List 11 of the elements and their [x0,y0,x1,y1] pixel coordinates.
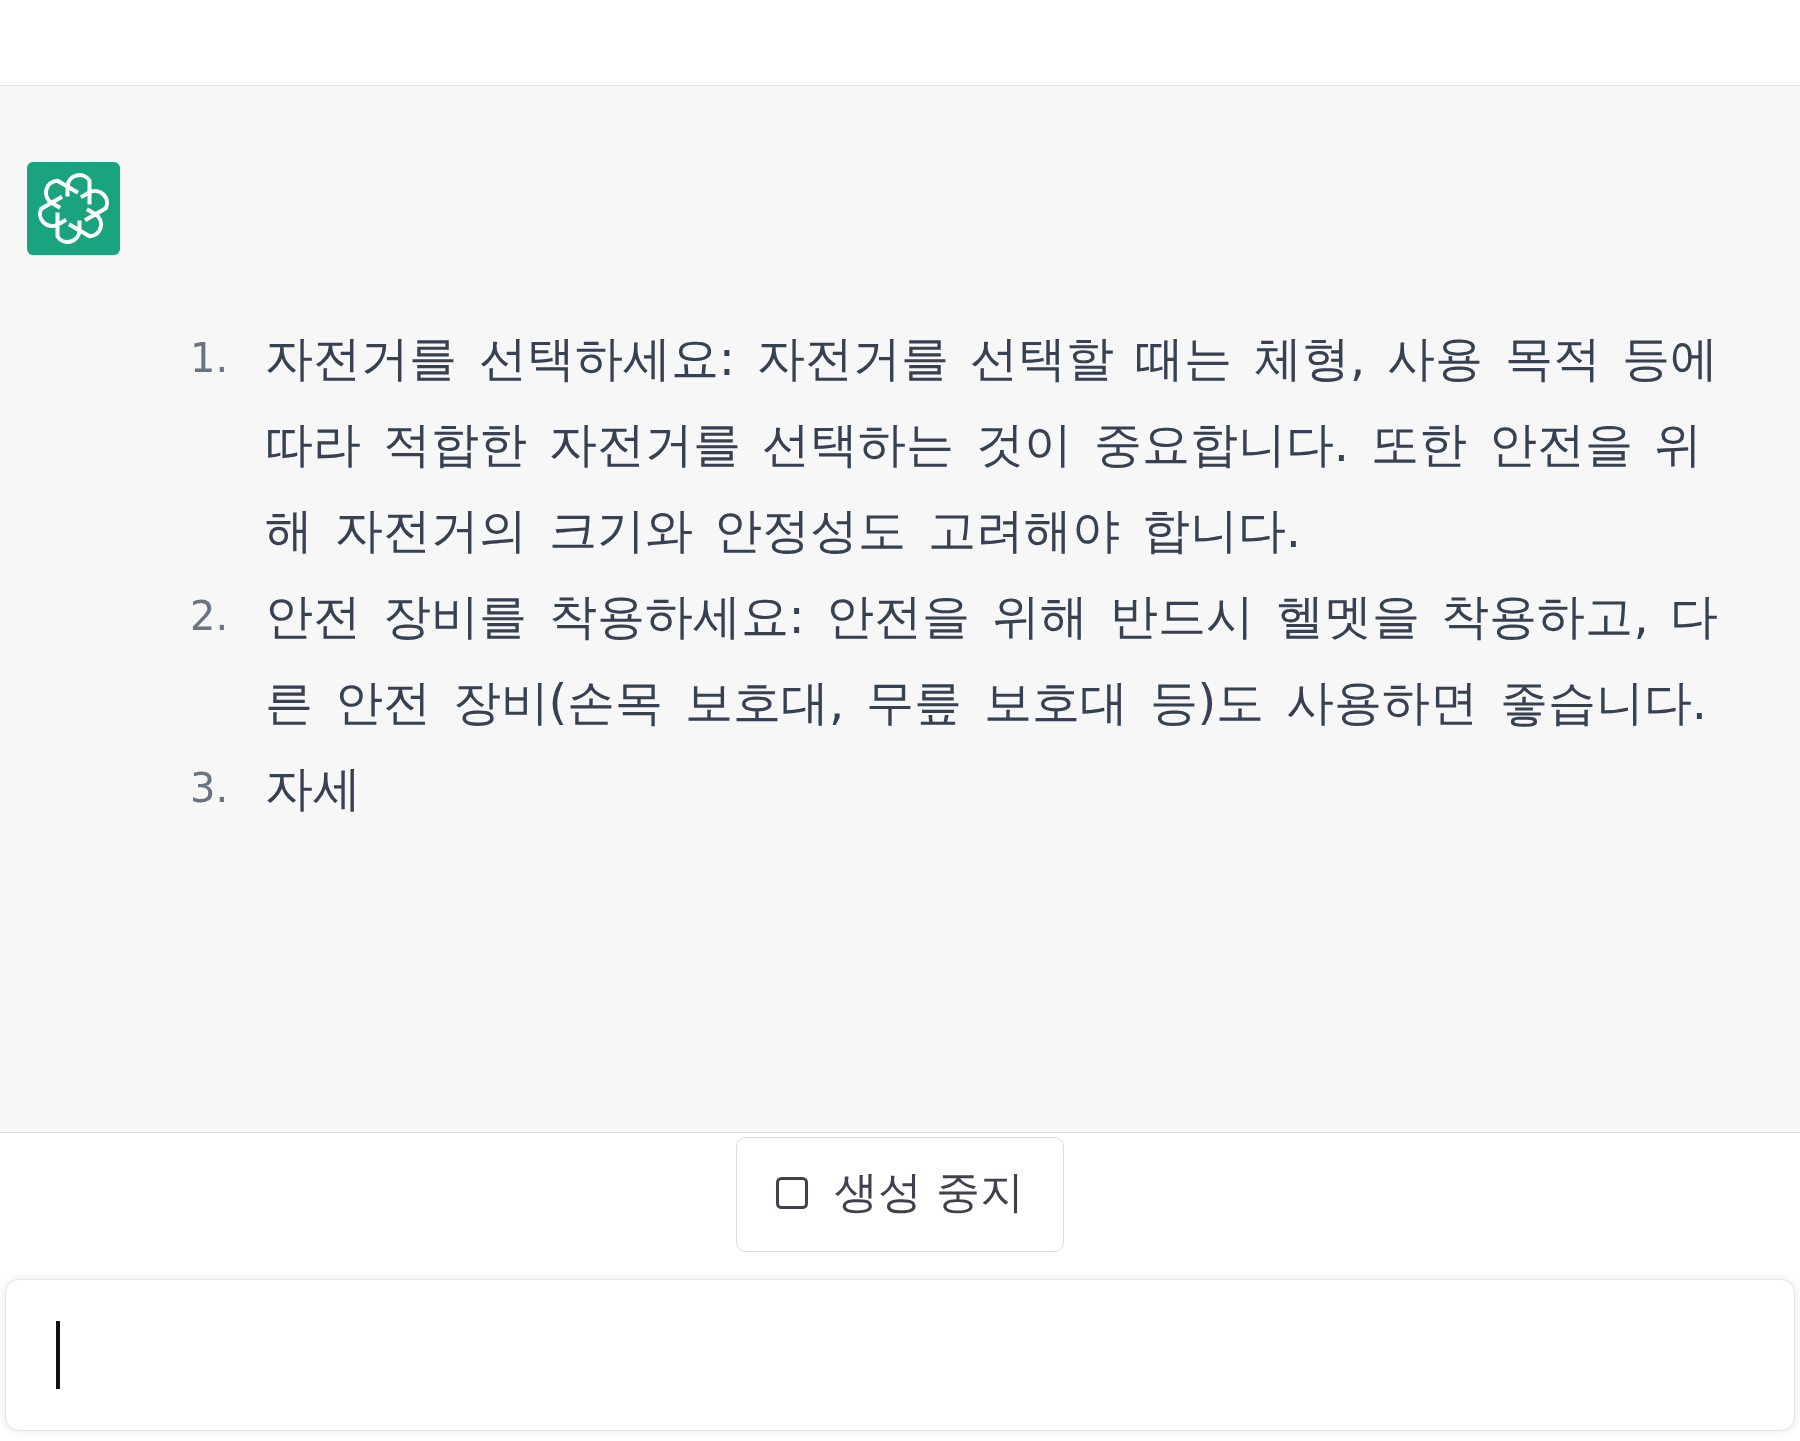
list-item-text: 안전 장비를 착용하세요: 안전을 위해 반드시 헬멧을 착용하고, 다른 안전 장비(손목 보호대, 무릎 보호대 등)도 사용하면 좋습니다. [265,587,1720,732]
logo-icon [27,162,120,255]
text-cursor-icon [56,1321,60,1389]
list-number: 2. [190,592,230,641]
list-number: 3. [190,764,230,813]
stop-generating-button[interactable]: 생성 중지 [736,1137,1064,1252]
message-input[interactable] [5,1279,1795,1431]
stop-icon [776,1176,808,1209]
list-item-text: 자세 [265,759,362,818]
list-item-text: 자전거를 선택하세요: 자전거를 선택할 때는 체형, 사용 목적 등에 따라 적합한 자전거를 선택하는 것이 중요합니다. 또한 안전을 위해 자전거의 크기와 안정성도 고려해야 합니다. [265,329,1720,560]
list-number: 1. [190,334,230,383]
